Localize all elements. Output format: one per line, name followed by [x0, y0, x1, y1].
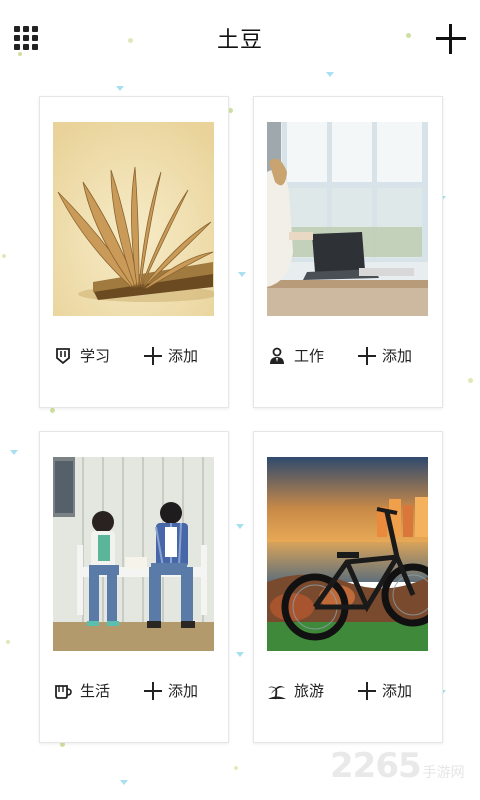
- watermark-text: 手游网: [422, 765, 465, 781]
- category-label-life[interactable]: 生活: [54, 680, 110, 701]
- decor-triangle: [116, 86, 124, 91]
- decor-triangle: [120, 780, 128, 785]
- category-name: 学习: [80, 347, 111, 365]
- decor-dot: [2, 254, 6, 258]
- decor-dot: [6, 640, 10, 644]
- category-card-travel[interactable]: 旅游 添加: [253, 431, 443, 743]
- decor-triangle: [236, 524, 244, 529]
- category-card-life[interactable]: 生活 添加: [39, 431, 229, 743]
- add-button-study[interactable]: 添加: [144, 345, 198, 366]
- add-button-travel[interactable]: 添加: [358, 680, 412, 701]
- add-label: 添加: [382, 682, 413, 700]
- plus-icon: [144, 346, 162, 365]
- add-icon[interactable]: [436, 24, 466, 54]
- decor-dot: [468, 378, 473, 383]
- card-photo-bicycle: [267, 457, 428, 651]
- category-card-work[interactable]: 工作 添加: [253, 96, 443, 408]
- category-name: 工作: [294, 347, 325, 365]
- person-icon: [270, 347, 284, 364]
- category-label-study[interactable]: 学习: [54, 345, 110, 366]
- palm-tree-icon: [268, 685, 286, 699]
- decor-triangle: [238, 272, 246, 277]
- add-button-work[interactable]: 添加: [358, 345, 412, 366]
- badge-icon: [56, 347, 70, 364]
- category-label-work[interactable]: 工作: [268, 345, 324, 366]
- category-name: 生活: [80, 682, 111, 700]
- add-button-life[interactable]: 添加: [144, 680, 198, 701]
- category-label-travel[interactable]: 旅游: [268, 680, 324, 701]
- cup-icon: [55, 684, 72, 699]
- plus-icon: [358, 346, 376, 365]
- decor-triangle: [236, 652, 244, 657]
- add-label: 添加: [382, 347, 413, 365]
- card-photo-couple: [53, 457, 214, 651]
- card-photo-office: [267, 122, 428, 316]
- decor-dot: [50, 408, 55, 413]
- watermark: 2265 手游网: [330, 746, 465, 786]
- decor-dot: [234, 766, 238, 770]
- decor-triangle: [10, 450, 18, 455]
- add-label: 添加: [168, 347, 199, 365]
- page-title: 土豆: [216, 28, 263, 53]
- card-photo-book: [53, 122, 214, 316]
- add-label: 添加: [168, 682, 199, 700]
- plus-icon: [358, 681, 376, 700]
- plus-icon: [144, 681, 162, 700]
- watermark-number: 2265: [330, 746, 422, 786]
- category-name: 旅游: [294, 682, 325, 700]
- category-card-study[interactable]: 学习 添加: [39, 96, 229, 408]
- app-header: 土豆: [0, 0, 480, 76]
